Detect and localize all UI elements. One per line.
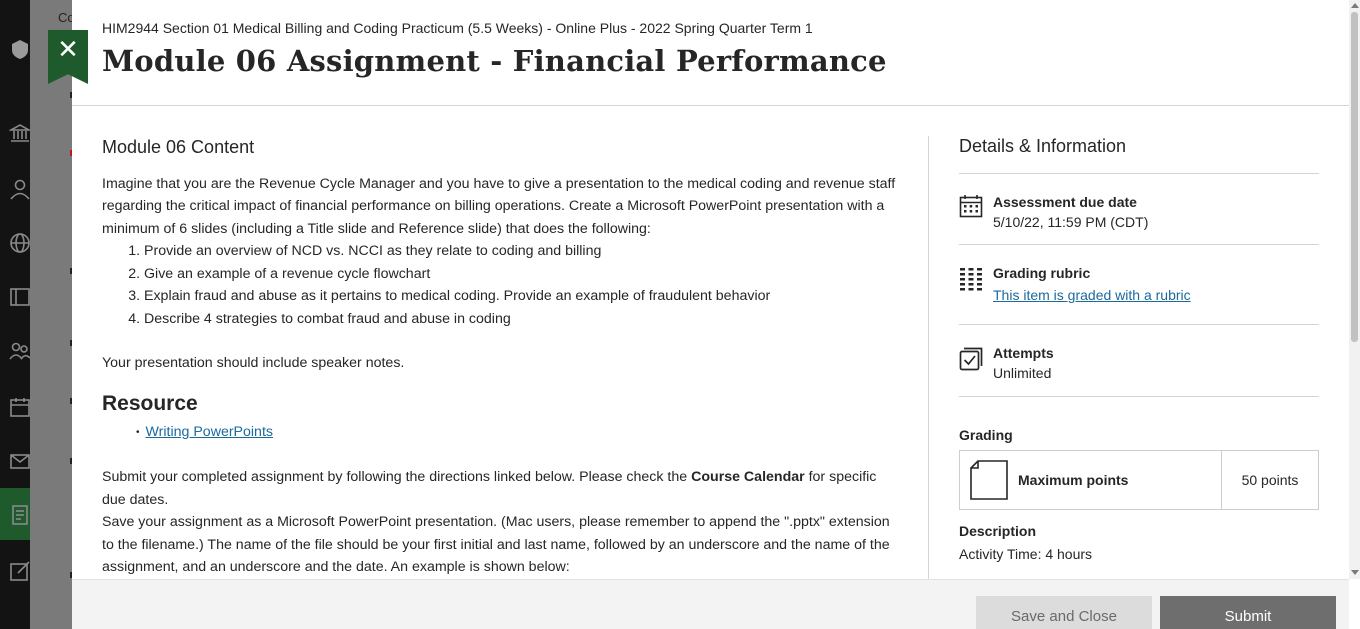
rubric-link[interactable]: This item is graded with a rubric: [993, 287, 1191, 303]
description-label: Description: [959, 523, 1037, 539]
due-date-label: Assessment due date: [993, 194, 1137, 210]
resource-list: Writing PowerPoints: [136, 421, 902, 445]
task-list: Provide an overview of NCD vs. NCCI as t…: [144, 240, 902, 330]
description-value: Activity Time: 4 hours: [959, 546, 1093, 562]
institution-icon[interactable]: [7, 122, 33, 144]
panel-scrollbar[interactable]: [1349, 0, 1360, 579]
grading-label: Grading: [959, 427, 1013, 443]
tools-icon[interactable]: [9, 560, 31, 582]
calendar-icon: [959, 194, 983, 218]
calendar-icon[interactable]: [9, 396, 31, 418]
panel-header: HIM2944 Section 01 Medical Billing and C…: [72, 0, 1349, 106]
assignment-content: Module 06 Content Imagine that you are t…: [102, 136, 902, 579]
scroll-up-icon[interactable]: [1351, 3, 1359, 8]
globe-icon[interactable]: [9, 232, 31, 254]
background-course-page: Co: [30, 0, 75, 629]
list-item: Provide an overview of NCD vs. NCCI as t…: [144, 240, 902, 263]
groups-icon[interactable]: [9, 340, 31, 362]
assignment-panel: HIM2944 Section 01 Medical Billing and C…: [72, 0, 1360, 629]
attempts-row: Attempts Unlimited: [959, 325, 1319, 397]
content-heading: Module 06 Content: [102, 137, 255, 157]
max-points-value: 50 points: [1221, 451, 1318, 509]
panel-footer: Save and Close Submit: [72, 579, 1349, 629]
save-instructions: Save your assignment as a Microsoft Powe…: [102, 514, 890, 575]
submit-text: Submit your completed assignment by foll…: [102, 469, 692, 485]
logo-icon[interactable]: [9, 38, 31, 60]
scroll-down-icon[interactable]: [1351, 570, 1359, 575]
left-navigation: [0, 0, 33, 629]
save-and-close-button[interactable]: Save and Close: [976, 596, 1152, 629]
list-item: Give an example of a revenue cycle flowc…: [144, 263, 902, 286]
grades-icon[interactable]: [9, 504, 31, 526]
document-icon: [970, 460, 1008, 500]
courses-icon[interactable]: [9, 286, 31, 308]
submit-button[interactable]: Submit: [1160, 596, 1336, 629]
rubric-label: Grading rubric: [993, 265, 1091, 281]
page-title: Module 06 Assignment - Financial Perform…: [102, 44, 887, 78]
max-points-label: Maximum points: [1018, 472, 1129, 488]
attempts-check-icon: [959, 347, 983, 371]
scrollbar-thumb[interactable]: [1351, 12, 1358, 342]
speaker-notes-text: Your presentation should include speaker…: [102, 355, 405, 371]
due-date-row: Assessment due date 5/10/22, 11:59 PM (C…: [959, 174, 1319, 245]
attempts-label: Attempts: [993, 345, 1054, 361]
column-divider: [928, 136, 929, 579]
course-title: HIM2944 Section 01 Medical Billing and C…: [102, 20, 813, 36]
close-icon[interactable]: ✕: [48, 30, 88, 68]
rubric-row: Grading rubric This item is graded with …: [959, 245, 1319, 325]
list-item: Writing PowerPoints: [136, 421, 902, 445]
intro-text: Imagine that you are the Revenue Cycle M…: [102, 175, 896, 237]
submit-instructions: Submit your completed assignment by foll…: [102, 466, 902, 511]
details-heading: Details & Information: [959, 136, 1319, 174]
course-calendar-text: Course Calendar: [691, 469, 805, 485]
list-item: Explain fraud and abuse as it pertains t…: [144, 285, 902, 308]
list-item: Describe 4 strategies to combat fraud an…: [144, 308, 902, 331]
resource-heading: Resource: [102, 391, 198, 415]
attempts-value: Unlimited: [993, 365, 1052, 381]
max-points-box: Maximum points 50 points: [959, 450, 1319, 510]
profile-icon[interactable]: [9, 178, 31, 200]
messages-icon[interactable]: [9, 450, 31, 472]
due-date-value: 5/10/22, 11:59 PM (CDT): [993, 214, 1149, 230]
details-sidebar: Details & Information Assessment due dat…: [959, 136, 1319, 579]
writing-powerpoints-link[interactable]: Writing PowerPoints: [146, 424, 273, 440]
rubric-grid-icon: [959, 267, 983, 291]
